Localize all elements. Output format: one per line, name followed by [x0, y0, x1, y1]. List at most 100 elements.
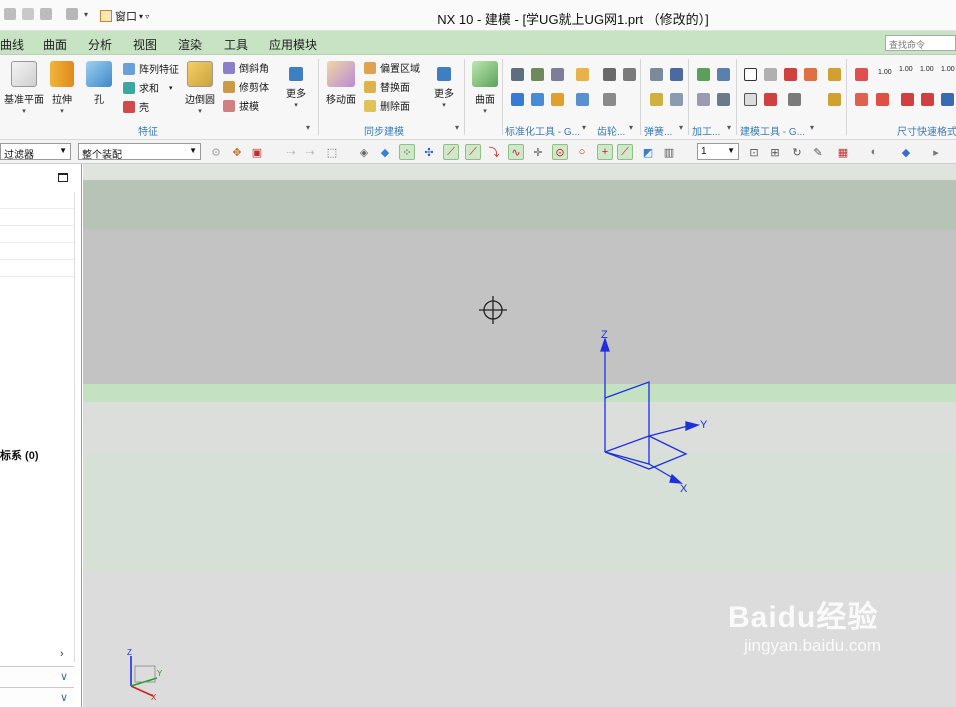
list-item[interactable]	[0, 260, 74, 277]
select-body-icon[interactable]: ◆	[377, 144, 393, 160]
std-tool-4-icon[interactable]	[576, 68, 589, 81]
menu-applications[interactable]: 应用模块	[269, 36, 317, 53]
model-tool-2-icon[interactable]	[764, 68, 777, 81]
snap-on-curve-icon[interactable]: ⟋	[617, 144, 633, 160]
snap-tool-2-icon[interactable]: ✣	[421, 144, 437, 160]
hole-button[interactable]: 孔	[86, 61, 112, 106]
menu-analysis[interactable]: 分析	[88, 36, 112, 53]
std-tool-7-icon[interactable]	[551, 93, 564, 106]
dim-tool-3-icon[interactable]	[876, 93, 889, 106]
model-tool-8-icon[interactable]	[828, 68, 841, 81]
std-tool-5-icon[interactable]	[511, 93, 524, 106]
std-tool-6-icon[interactable]	[531, 93, 544, 106]
group-expand-icon[interactable]: ▾	[810, 123, 814, 132]
list-item[interactable]	[0, 243, 74, 260]
list-item[interactable]	[0, 209, 74, 226]
coordinate-system-label[interactable]: 标系 (0)	[0, 447, 39, 463]
filter-tool-2-icon[interactable]: ✥	[229, 144, 245, 160]
machining-4-icon[interactable]	[717, 93, 730, 106]
graphics-window[interactable]: Z Y X Z Y X Baidu经验 jingyan.baidu.com	[83, 164, 956, 707]
rotate-view-icon[interactable]: ↻	[789, 144, 805, 160]
unite-button[interactable]: 求和 ▾	[123, 80, 173, 95]
maximize-icon[interactable]	[58, 173, 68, 182]
delete-face-button[interactable]: 删除面	[364, 98, 410, 113]
snap-cross-icon[interactable]: ✛	[530, 144, 546, 160]
show-hide-icon[interactable]: ▸	[928, 144, 944, 160]
spring-tool-4-icon[interactable]	[670, 93, 683, 106]
datum-csys-triad[interactable]: Z Y X	[588, 326, 728, 496]
model-tool-5-icon[interactable]	[744, 93, 757, 106]
shell-button[interactable]: 壳	[123, 99, 149, 114]
draft-button[interactable]: 拔模	[223, 98, 259, 113]
replace-face-button[interactable]: 替换面	[364, 79, 410, 94]
std-tool-2-icon[interactable]	[531, 68, 544, 81]
command-search-input[interactable]: 查找命令	[885, 35, 956, 51]
dim-value-2[interactable]: 1.00	[899, 66, 913, 73]
menu-view[interactable]: 视图	[133, 36, 157, 53]
group-expand-icon[interactable]: ▾	[727, 123, 731, 132]
orient-view-icon[interactable]: ◆	[898, 144, 914, 160]
filter-tool-1-icon[interactable]: ⚙	[208, 144, 224, 160]
model-tool-4-icon[interactable]	[804, 68, 817, 81]
edge-blend-button[interactable]: 边倒圆 ▾	[185, 61, 215, 115]
gear-tool-icon[interactable]	[603, 93, 616, 106]
list-item[interactable]	[0, 192, 74, 209]
trim-body-button[interactable]: 修剪体	[223, 79, 269, 94]
spring-tool-1-icon[interactable]	[650, 68, 663, 81]
gear-tool-2-icon[interactable]	[603, 68, 616, 81]
pan-view-icon[interactable]: ✎	[810, 144, 826, 160]
diameter-2-icon[interactable]	[921, 93, 934, 106]
layer-count-select[interactable]: 1 ▼	[697, 143, 739, 160]
spring-tool-3-icon[interactable]	[650, 93, 663, 106]
triangle-tool-icon[interactable]	[744, 68, 757, 81]
snap-grid-icon[interactable]: ▥	[661, 144, 677, 160]
diameter-icon[interactable]	[901, 93, 914, 106]
menu-surface[interactable]: 曲面	[43, 36, 67, 53]
snap-center-icon[interactable]: ⊙	[552, 144, 568, 160]
perspective-icon[interactable]: ▦	[835, 144, 851, 160]
menu-render[interactable]: 渲染	[178, 36, 202, 53]
move-face-button[interactable]: 移动面	[326, 61, 356, 106]
selection-scope-select[interactable]: 整个装配 ▼	[78, 143, 201, 161]
group-expand-icon[interactable]: ▾	[582, 123, 586, 132]
chamfer-button[interactable]: 倒斜角	[223, 60, 269, 75]
snap-face-icon[interactable]: ◩	[640, 144, 656, 160]
machining-1-icon[interactable]	[697, 68, 710, 81]
snap-intersection-icon[interactable]: ∿	[508, 144, 524, 160]
type-filter-select[interactable]: 过滤器 ▼	[0, 143, 71, 161]
snap-midpoint-icon[interactable]: ⟋	[465, 144, 481, 160]
model-tool-6-icon[interactable]	[764, 93, 777, 106]
menu-curve[interactable]: 曲线	[0, 36, 24, 53]
select-tool-1-icon[interactable]: ◈	[356, 144, 372, 160]
render-style-icon[interactable]: ◐	[866, 144, 882, 160]
machining-2-icon[interactable]	[717, 68, 730, 81]
gear-tool-3-icon[interactable]	[623, 68, 636, 81]
menu-tools[interactable]: 工具	[224, 36, 248, 53]
snap-tool-1-icon[interactable]: ⁘	[399, 144, 415, 160]
dim-value-4[interactable]: 1.00	[941, 66, 955, 73]
group-expand-icon[interactable]: ▾	[455, 123, 459, 132]
chevron-down-icon[interactable]: ▾	[169, 84, 173, 92]
pattern-feature-button[interactable]: 阵列特征	[123, 61, 179, 76]
box-select-icon[interactable]: ⬚	[324, 144, 340, 160]
dim-value-3[interactable]: 1.00	[920, 66, 934, 73]
extrude-button[interactable]: 拉伸 ▾	[50, 61, 74, 115]
model-tool-3-icon[interactable]	[784, 68, 797, 81]
list-item[interactable]	[0, 226, 74, 243]
std-tool-8-icon[interactable]	[576, 93, 589, 106]
zoom-icon[interactable]: ⊞	[767, 144, 783, 160]
dim-value-1[interactable]: 1.00	[878, 69, 892, 76]
navigator-section-collapsed[interactable]: ∨	[0, 687, 74, 707]
std-tool-1-icon[interactable]	[511, 68, 524, 81]
navigator-section-collapsed[interactable]: ∨	[0, 666, 74, 687]
chevron-right-icon[interactable]: ›	[60, 648, 64, 660]
std-tool-3-icon[interactable]	[551, 68, 564, 81]
fit-view-icon[interactable]: ⊡	[746, 144, 762, 160]
offset-region-button[interactable]: 偏置区域	[364, 60, 420, 75]
model-tool-9-icon[interactable]	[828, 93, 841, 106]
filter-tool-5-icon[interactable]: ⇢	[302, 144, 318, 160]
model-tool-7-icon[interactable]	[788, 93, 801, 106]
datum-plane-button[interactable]: 基准平面 ▾	[4, 61, 44, 115]
spring-tool-2-icon[interactable]	[670, 68, 683, 81]
filter-tool-3-icon[interactable]: ▣	[249, 144, 265, 160]
